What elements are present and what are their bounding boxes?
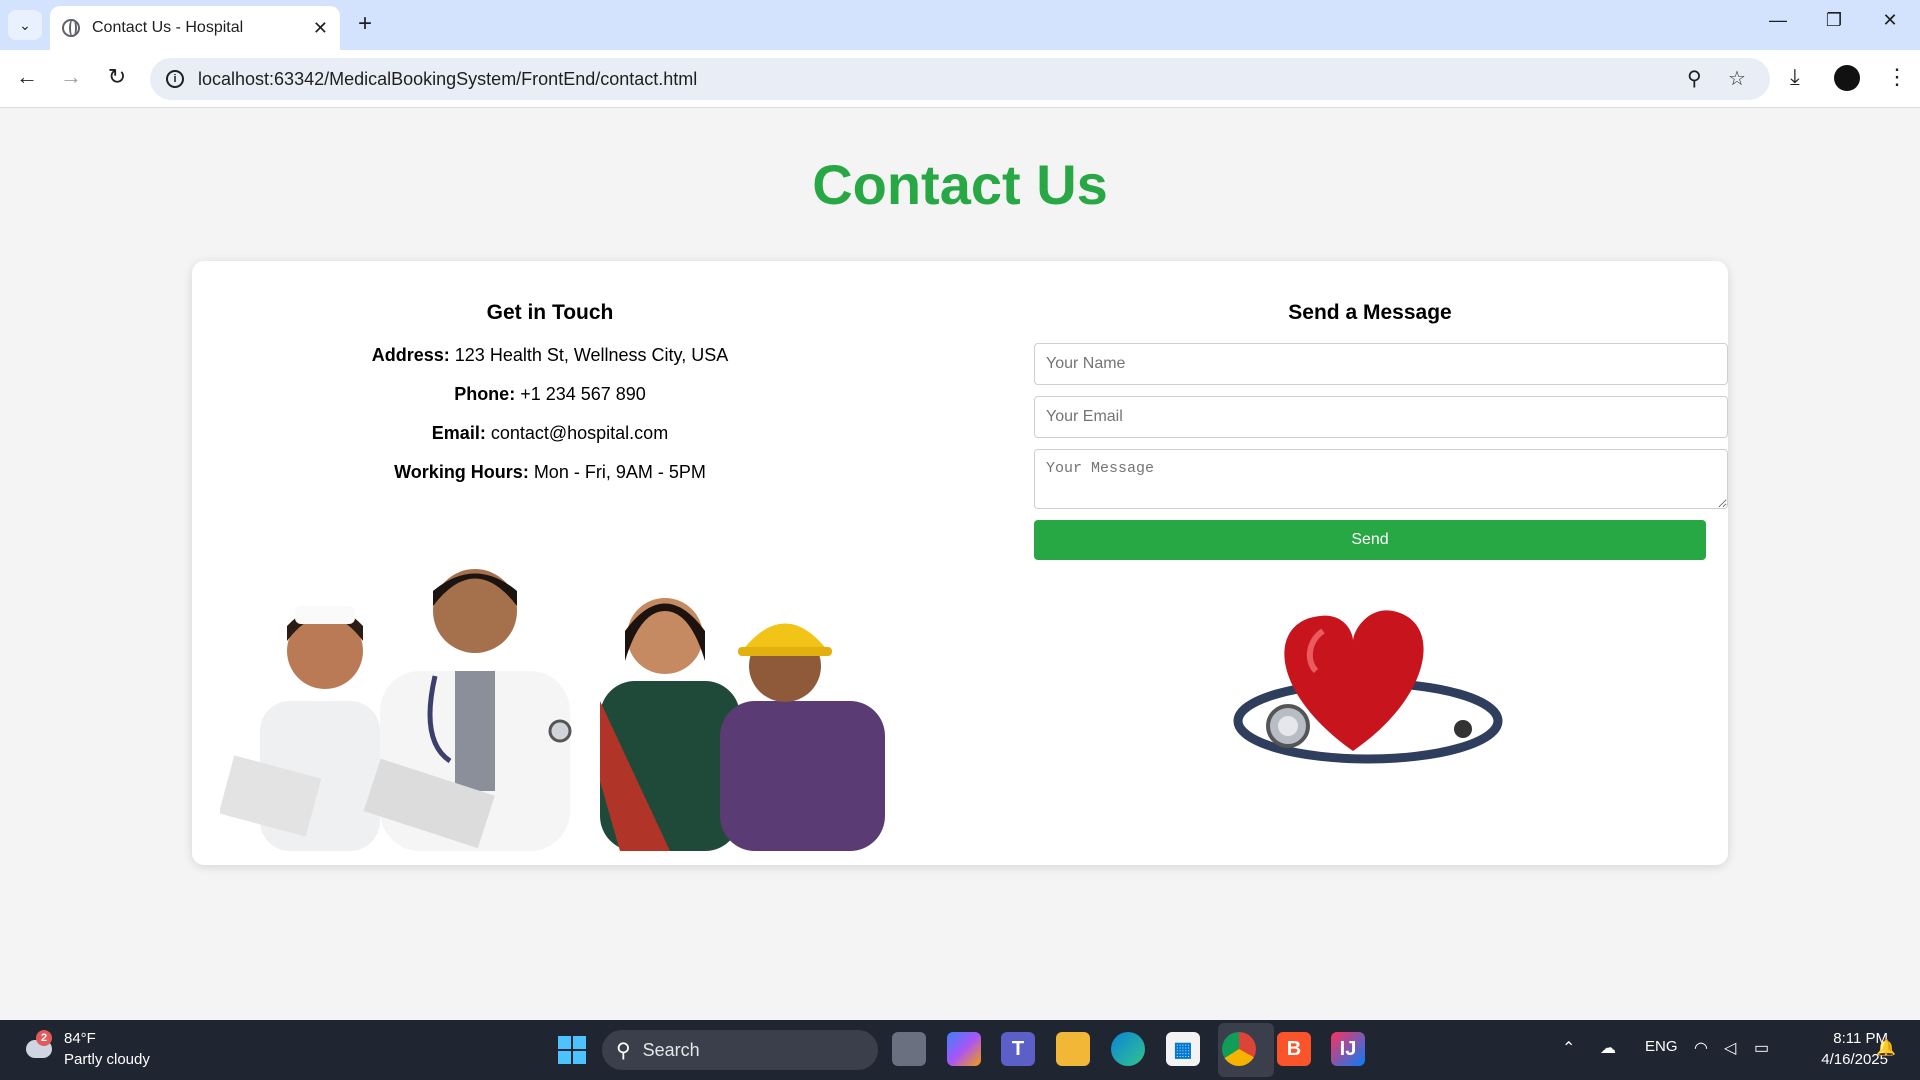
tab-close-icon[interactable]: ✕ [313,18,328,39]
forward-icon[interactable]: → [56,64,86,90]
site-info-icon[interactable]: i [166,70,184,88]
restore-icon[interactable]: ❐ [1814,10,1854,31]
zoom-icon[interactable]: ⚲ [1687,66,1702,91]
weather-badge: 2 [36,1030,52,1046]
taskbar-search[interactable]: ⚲ Search [602,1030,878,1070]
browser-tab-bar: ⌄ Contact Us - Hospital ✕ + — ❐ ✕ [0,0,1920,50]
send-button[interactable]: Send [1034,520,1706,560]
heart-stethoscope-image [1233,610,1503,764]
menu-kebab-icon[interactable]: ⋮ [1886,64,1908,90]
hours-label: Working Hours: [394,462,529,482]
get-in-touch-title: Get in Touch [486,301,614,324]
browser-toolbar: ← → ↻ i localhost:63342/MedicalBookingSy… [0,50,1920,108]
weather-condition[interactable]: Partly cloudy [64,1051,150,1068]
email-label: Email: [431,423,486,443]
notification-bell-icon[interactable]: 🔔 [1876,1038,1896,1058]
email-input[interactable] [1034,396,1728,438]
message-form-section: Send a Message Send [1034,301,1728,560]
contact-info-section: Get in Touch Address: 123 Health St, Wel… [192,301,908,499]
weather-icon[interactable]: 2 [22,1030,52,1060]
volume-icon[interactable]: ◁ [1724,1038,1736,1058]
name-input[interactable] [1034,343,1728,385]
address-label: Address: [371,345,450,365]
windows-start-icon[interactable] [558,1036,586,1064]
phone-line: Phone: +1 234 567 890 [192,382,908,421]
back-icon[interactable]: ← [12,64,42,90]
page-title: Contact Us [812,153,1108,216]
tab-title: Contact Us - Hospital [92,19,244,36]
search-icon: ⚲ [616,1039,631,1062]
microsoft-store-icon[interactable]: ▦ [1166,1032,1200,1066]
file-explorer-icon[interactable] [1056,1032,1090,1066]
profile-avatar[interactable] [1834,65,1860,91]
search-label: Search [642,1039,700,1060]
address-line: Address: 123 Health St, Wellness City, U… [192,343,908,382]
page-content: Contact Us Get in Touch Address: 123 Hea… [0,108,1920,1020]
url-text[interactable]: localhost:63342/MedicalBookingSystem/Fro… [198,69,697,90]
os-taskbar: 2 84°F Partly cloudy ⚲ Search T ▦ B IJ ⌃… [0,1020,1920,1080]
task-view-icon[interactable] [892,1032,926,1066]
language-indicator[interactable]: ENG [1645,1038,1678,1055]
chrome-icon[interactable] [1222,1032,1256,1066]
address-bar[interactable]: i localhost:63342/MedicalBookingSystem/F… [150,58,1770,100]
send-message-title: Send a Message [1288,301,1452,324]
bookmark-star-icon[interactable]: ☆ [1728,66,1746,91]
nurse-figure [220,606,380,851]
hours-line: Working Hours: Mon - Fri, 9AM - 5PM [192,460,908,499]
brave-icon[interactable]: B [1277,1032,1311,1066]
download-icon[interactable]: ⤓ [1790,64,1800,90]
close-window-icon[interactable]: ✕ [1870,10,1910,31]
email-line: Email: contact@hospital.com [192,421,908,460]
browser-tab-active[interactable]: Contact Us - Hospital ✕ [50,6,340,50]
minimize-icon[interactable]: — [1758,10,1798,31]
edge-icon[interactable] [1111,1032,1145,1066]
battery-icon[interactable]: ▭ [1754,1038,1769,1058]
hours-value: Mon - Fri, 9AM - 5PM [528,462,706,482]
weather-temperature[interactable]: 84°F [64,1030,96,1047]
contact-card: Get in Touch Address: 123 Health St, Wel… [192,261,1728,865]
globe-icon [62,19,80,37]
onedrive-icon[interactable]: ☁ [1600,1038,1616,1058]
address-value: 123 Health St, Wellness City, USA [449,345,729,365]
woman-figure [600,598,740,851]
show-hidden-icons-icon[interactable]: ⌃ [1562,1038,1575,1058]
tab-list-icon[interactable]: ⌄ [8,10,42,40]
intellij-icon[interactable]: IJ [1331,1032,1365,1066]
email-value: contact@hospital.com [485,423,669,443]
copilot-icon[interactable] [947,1032,981,1066]
new-tab-button[interactable]: + [350,10,380,38]
message-textarea[interactable] [1034,449,1728,509]
reload-icon[interactable]: ↻ [102,64,132,90]
clock-date[interactable]: 4/16/2025 [1790,1051,1888,1068]
phone-value: +1 234 567 890 [515,384,646,404]
medical-staff-image [220,569,885,851]
worker-figure [720,623,885,851]
teams-icon[interactable]: T [1001,1032,1035,1066]
doctor-figure [363,569,572,851]
phone-label: Phone: [454,384,516,404]
wifi-icon[interactable]: ◠ [1694,1038,1708,1058]
